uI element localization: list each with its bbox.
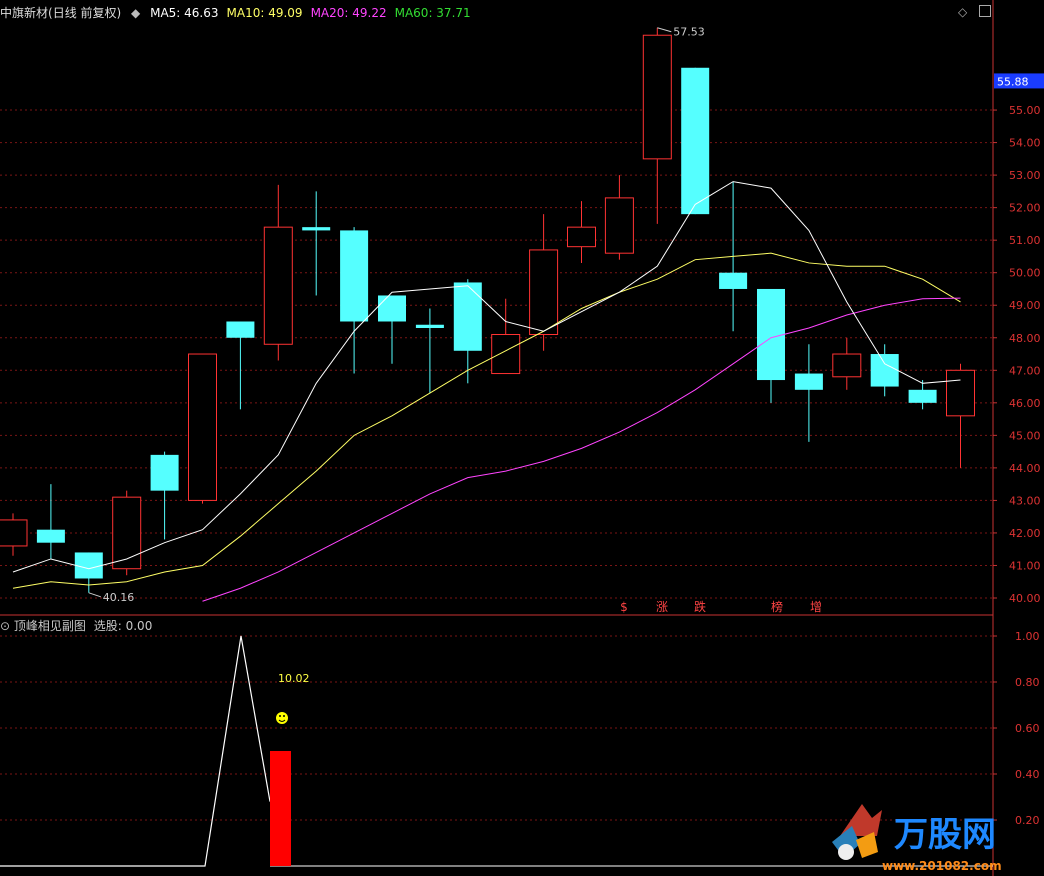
low-label: 40.16	[103, 591, 135, 604]
circle-chevron-icon[interactable]: ⊙	[0, 619, 10, 633]
y-tick-label: 46.00	[1009, 397, 1041, 410]
signal-label: 增	[810, 600, 822, 614]
brand-logo: 万股网 www.201082.com	[822, 796, 1044, 876]
y-tick-label: 43.00	[1009, 494, 1041, 507]
candle-body-up	[604, 197, 634, 254]
candle-body-down	[302, 227, 331, 231]
ma-legend: MA5: 46.63 MA10: 49.09 MA20: 49.22 MA60: 37…	[150, 6, 479, 20]
signal-label: $	[620, 600, 628, 614]
candle-body-up	[642, 34, 672, 160]
y-tick-label: 1.00	[1015, 630, 1040, 643]
candle-body-down	[794, 373, 823, 390]
candle-body-down	[719, 272, 748, 289]
ma-legend-item: MA60: 37.71	[394, 6, 471, 20]
y-tick-label: 0.60	[1015, 722, 1040, 735]
y-tick-label: 0.40	[1015, 768, 1040, 781]
y-tick-label: 52.00	[1009, 202, 1041, 215]
candle-body-down	[36, 529, 65, 543]
y-tick-label: 40.00	[1009, 592, 1041, 605]
signal-label: 涨	[656, 599, 668, 614]
low-pointer	[88, 592, 101, 598]
candle-body-down	[74, 552, 103, 579]
candle-body-down	[870, 354, 899, 387]
candle-body-down	[453, 282, 482, 351]
y-tick-label: 55.00	[1009, 104, 1041, 117]
high-pointer	[657, 27, 672, 33]
annotation-label: 10.02	[278, 672, 310, 685]
candle-body-up	[529, 249, 559, 336]
split-view-icon[interactable]	[979, 5, 992, 17]
y-tick-label: 54.00	[1009, 137, 1041, 150]
diamond-icon[interactable]: ◆	[131, 6, 140, 20]
stock-name: 中旗新材	[0, 6, 49, 20]
diamond-outline-icon[interactable]: ◇	[958, 5, 967, 19]
candle-body-up	[567, 226, 596, 248]
candle-body-down	[681, 67, 710, 215]
current-price-label: 55.88	[997, 75, 1029, 88]
signal-label: 榜	[771, 599, 783, 614]
select-label: 选股:	[93, 619, 122, 633]
y-tick-label: 50.00	[1009, 267, 1041, 280]
ma-legend-item: MA5: 46.63	[150, 6, 219, 20]
indicator-line	[0, 635, 271, 867]
y-tick-label: 42.00	[1009, 527, 1041, 540]
window-controls: ◇	[958, 5, 992, 19]
high-label: 57.53	[673, 26, 705, 39]
sub-header: ⊙ 顶峰相见副图 选股: 0.00	[0, 617, 152, 634]
candle-body-down	[378, 295, 406, 322]
y-tick-label: 47.00	[1009, 364, 1041, 377]
brand-name: 万股网	[894, 815, 996, 855]
candle-body-up	[946, 369, 975, 417]
candle-body-up	[0, 519, 28, 547]
candle-body-up	[263, 226, 293, 345]
y-tick-label: 49.00	[1009, 299, 1041, 312]
stock-chart: 40.00 41.00 42.00 43.00 44.00 45.00 46.00 47.00…	[0, 0, 1044, 876]
y-tick-label: 53.00	[1009, 169, 1041, 182]
y-tick-label: 44.00	[1009, 462, 1041, 475]
main-header: 中旗新材(日线 前复权) ◆ MA5: 46.63 MA10: 49.09 MA20…	[0, 4, 485, 21]
candle-body-up	[832, 353, 862, 378]
ma-legend-item: MA10: 49.09	[226, 6, 303, 20]
candle-body-up	[188, 353, 217, 501]
y-tick-label: 48.00	[1009, 332, 1041, 345]
brand-logo-art: 万股网 www.201082.com	[832, 804, 1002, 873]
y-tick-label: 51.00	[1009, 234, 1041, 247]
candle-body-down	[150, 454, 179, 491]
smiley-eye	[283, 715, 285, 717]
brand-site: www.201082.com	[882, 859, 1002, 873]
y-tick-label: 0.80	[1015, 676, 1040, 689]
select-value: 0.00	[125, 619, 153, 633]
candle-body-down	[226, 321, 255, 338]
candle-body-down	[415, 324, 444, 329]
candle-body-down	[340, 230, 369, 322]
ma-legend-item: MA20: 49.22	[310, 6, 387, 20]
y-tick-label: 45.00	[1009, 429, 1041, 442]
smiley-icon	[276, 712, 288, 724]
y-tick-label: 41.00	[1009, 559, 1041, 572]
chart-window: 40.00 41.00 42.00 43.00 44.00 45.00 46.00 47.00…	[0, 0, 1044, 876]
smiley-eye	[279, 715, 281, 717]
candle-body-down	[908, 389, 937, 403]
candle-body-up	[112, 496, 142, 570]
period-label: (日线 前复权)	[48, 6, 122, 20]
candle-body-up	[491, 334, 521, 375]
indicator-name: 顶峰相见副图	[13, 619, 86, 633]
candle-body-down	[757, 288, 785, 381]
indicator-bar	[270, 751, 291, 866]
signal-label: 跌	[694, 599, 706, 614]
